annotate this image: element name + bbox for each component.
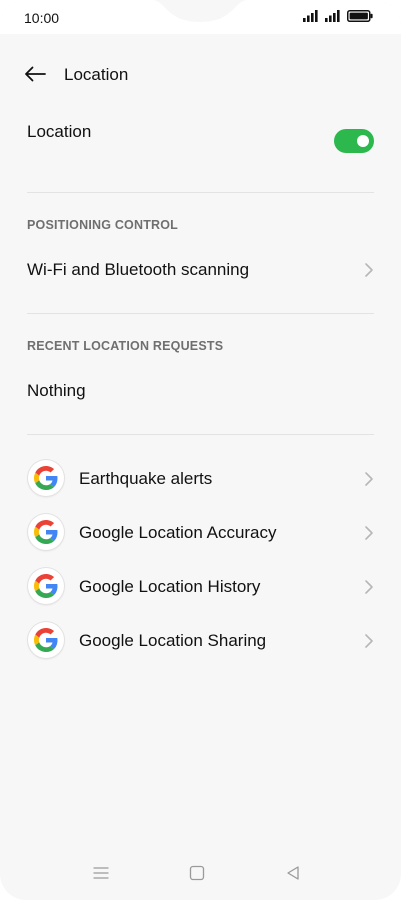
back-triangle-icon (285, 865, 301, 886)
google-icon (28, 514, 64, 550)
location-toggle-switch[interactable] (334, 129, 374, 153)
menu-icon (93, 866, 109, 885)
google-icon (28, 460, 64, 496)
google-icon (28, 622, 64, 658)
back-button[interactable] (20, 62, 50, 90)
signal-icon (303, 10, 319, 22)
status-time: 10:00 (24, 10, 60, 26)
service-label: Google Location Sharing (79, 631, 267, 650)
google-icon (28, 568, 64, 604)
service-item-google-location-history[interactable]: Google Location History (27, 564, 374, 610)
home-square-icon (189, 865, 205, 886)
divider (27, 434, 374, 435)
service-item-google-location-sharing[interactable]: Google Location Sharing (27, 618, 374, 664)
recent-apps-button[interactable] (89, 865, 113, 885)
service-item-google-location-accuracy[interactable]: Google Location Accuracy (27, 510, 374, 556)
phone-screen: 10:00 Location Location POSITIONING CONT… (0, 0, 401, 900)
section-header-positioning-control: POSITIONING CONTROL (27, 218, 179, 232)
chevron-right-icon (364, 633, 374, 649)
location-toggle-row[interactable]: Location (27, 118, 374, 162)
home-button[interactable] (185, 865, 209, 885)
app-header: Location (0, 56, 401, 96)
chevron-right-icon (364, 262, 374, 278)
battery-icon (347, 10, 373, 22)
status-bar: 10:00 (0, 0, 401, 34)
chevron-right-icon (364, 579, 374, 595)
signal-icon (325, 10, 341, 22)
service-label: Google Location Accuracy (79, 523, 277, 542)
divider (27, 313, 374, 314)
navigation-bar (0, 855, 401, 895)
section-header-recent-location-requests: RECENT LOCATION REQUESTS (27, 339, 224, 353)
divider (27, 192, 374, 193)
location-toggle-label: Location (27, 122, 92, 141)
service-label: Earthquake alerts (79, 469, 213, 488)
back-nav-button[interactable] (281, 865, 305, 885)
back-arrow-icon (24, 66, 46, 87)
service-label: Google Location History (79, 577, 261, 596)
camera-notch (152, 0, 248, 30)
chevron-right-icon (364, 471, 374, 487)
recent-requests-empty-text: Nothing (27, 381, 86, 400)
wifi-bluetooth-scanning-label: Wi-Fi and Bluetooth scanning (27, 260, 250, 279)
page-title: Location (64, 65, 129, 84)
status-icons (303, 10, 373, 22)
toggle-knob (357, 135, 369, 147)
chevron-right-icon (364, 525, 374, 541)
service-item-earthquake-alerts[interactable]: Earthquake alerts (27, 456, 374, 502)
wifi-bluetooth-scanning-item[interactable]: Wi-Fi and Bluetooth scanning (27, 248, 374, 292)
